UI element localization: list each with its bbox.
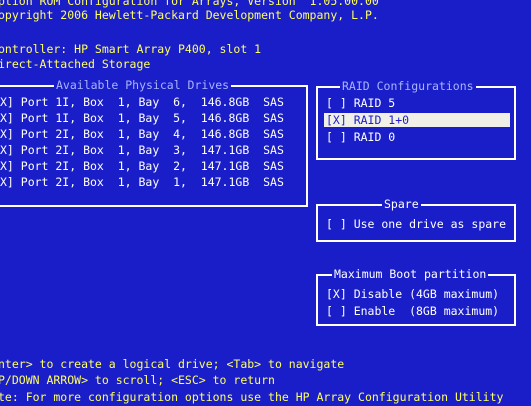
storage-type: irect-Attached Storage	[0, 57, 151, 71]
spare-drive-checkbox[interactable]: [ ] Use one drive as spare	[326, 217, 506, 231]
raid-configurations-panel: RAID Configurations [ ] RAID 5 [X] RAID …	[316, 79, 516, 160]
rom-version-header: ption ROM Configuration for Arrays, Vers…	[0, 0, 379, 8]
copyright-text: opyright 2006 Hewlett-Packard Developmen…	[0, 8, 379, 22]
boot-disable-option[interactable]: [X] Disable (4GB maximum)	[326, 287, 499, 301]
boot-partition-title: Maximum Boot partition	[332, 267, 489, 281]
spare-title: Spare	[382, 197, 421, 211]
physical-drives-title: Available Physical Drives	[54, 78, 232, 92]
drive-item[interactable]: X] Port 2I, Box 1, Bay 1, 147.1GB SAS	[0, 175, 284, 189]
physical-drives-panel: Available Physical Drives X] Port 1I, Bo…	[0, 78, 308, 207]
raid-0-option[interactable]: [ ] RAID 0	[324, 130, 510, 144]
drive-item[interactable]: X] Port 2I, Box 1, Bay 3, 147.1GB SAS	[0, 143, 284, 157]
raid-5-option[interactable]: [ ] RAID 5	[324, 96, 510, 110]
spare-panel: Spare [ ] Use one drive as spare	[316, 197, 516, 242]
raid-configurations-title: RAID Configurations	[340, 79, 476, 93]
help-create-drive: nter> to create a logical drive; <Tab> t…	[0, 357, 345, 371]
raid-10-option[interactable]: [X] RAID 1+0	[324, 113, 510, 127]
help-navigation: P/DOWN ARROW> to scroll; <ESC> to return	[0, 373, 275, 387]
controller-info: ontroller: HP Smart Array P400, slot 1	[0, 42, 262, 56]
drive-item[interactable]: X] Port 2I, Box 1, Bay 2, 147.1GB SAS	[0, 159, 284, 173]
drive-item[interactable]: X] Port 2I, Box 1, Bay 4, 146.8GB SAS	[0, 127, 284, 141]
drive-item[interactable]: X] Port 1I, Box 1, Bay 5, 146.8GB SAS	[0, 111, 284, 125]
help-note: te: For more configuration options use t…	[0, 390, 504, 404]
boot-partition-panel: Maximum Boot partition [X] Disable (4GB …	[316, 267, 516, 326]
boot-enable-option[interactable]: [ ] Enable (8GB maximum)	[326, 304, 499, 318]
drive-item[interactable]: X] Port 1I, Box 1, Bay 6, 146.8GB SAS	[0, 95, 284, 109]
